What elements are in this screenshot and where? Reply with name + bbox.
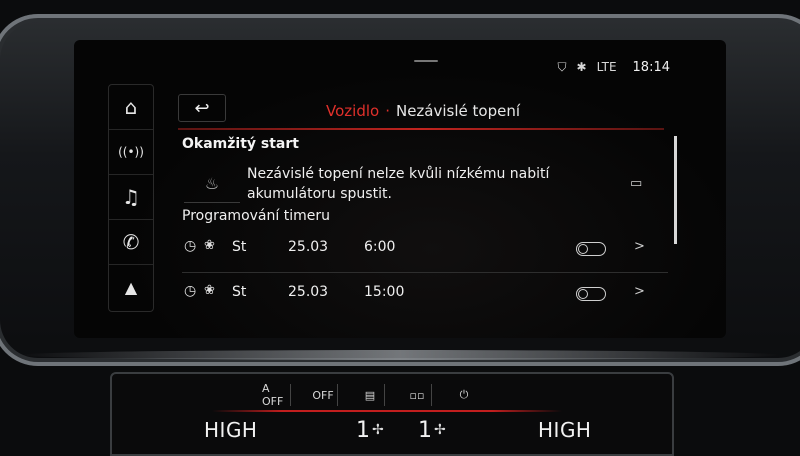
breadcrumb-parent[interactable]: Vozidlo xyxy=(326,102,379,120)
nav-media[interactable]: ♫ xyxy=(109,175,153,220)
row-divider xyxy=(182,272,668,273)
home-icon: ⌂ xyxy=(124,95,138,119)
nav-radio[interactable]: ((•)) xyxy=(109,130,153,175)
heater-icon: ❀ xyxy=(204,238,215,253)
seat-button[interactable]: ▫▫ xyxy=(403,384,432,406)
timer-date: 25.03 xyxy=(288,239,329,255)
navigation-icon: ▲ xyxy=(124,277,138,297)
windshield-off-button[interactable]: OFF xyxy=(309,384,338,406)
timer-time: 6:00 xyxy=(364,239,396,255)
page-title: Nezávislé topení xyxy=(395,102,520,120)
clock-2-icon: ◷ xyxy=(184,283,197,299)
heater-icon: ❀ xyxy=(204,283,215,298)
battery-icon: ▭ xyxy=(630,176,643,191)
power-button[interactable]: ⏻ xyxy=(450,384,478,406)
left-fan-level[interactable]: 1 xyxy=(356,418,370,443)
right-fan-level[interactable]: 1 xyxy=(418,418,432,443)
nav-home[interactable]: ⌂ xyxy=(109,85,153,130)
nav-navigation[interactable]: ▲ xyxy=(109,265,153,309)
timer-day: St xyxy=(232,284,247,300)
toggle-knob xyxy=(578,289,588,299)
music-icon: ♫ xyxy=(122,185,140,209)
breadcrumb: Vozidlo · Nezávislé topení xyxy=(326,102,520,120)
back-arrow-icon: ↩ xyxy=(194,97,210,119)
timer-date: 25.03 xyxy=(288,284,329,300)
instant-start-message: Nezávislé topení nelze kvůli nízkému nab… xyxy=(247,166,550,202)
nav-phone[interactable]: ✆ xyxy=(109,220,153,265)
bezel-reflection xyxy=(20,350,780,360)
chevron-right-icon[interactable]: > xyxy=(634,239,645,254)
radio-icon: ((•)) xyxy=(118,145,144,159)
scrollbar[interactable] xyxy=(674,136,677,244)
status-bar: ⛉ ✱ LTE 18:14 xyxy=(558,58,671,76)
lte-icon: LTE xyxy=(596,60,617,74)
climate-buttons: A OFF OFF ▤ ▫▫ ⏻ xyxy=(262,382,478,408)
side-nav: ⌂ ((•)) ♫ ✆ ▲ xyxy=(108,84,154,312)
infotainment-screen: ⛉ ✱ LTE 18:14 ⌂ ((•)) ♫ ✆ ▲ ↩ Vozidlo · Ne… xyxy=(74,40,726,338)
fan-icon: ✢ xyxy=(434,422,446,438)
toggle-knob xyxy=(578,244,588,254)
right-temp-level[interactable]: HIGH xyxy=(538,418,591,442)
timer-row-1[interactable]: ◷ ❀ St 25.03 6:00 > xyxy=(182,230,668,266)
instant-start-heading: Okamžitý start xyxy=(182,136,299,152)
back-button[interactable]: ↩ xyxy=(178,94,226,122)
pulldown-handle[interactable] xyxy=(414,60,438,62)
timer-day: St xyxy=(232,239,247,255)
bluetooth-icon: ✱ xyxy=(576,60,587,74)
chevron-right-icon[interactable]: > xyxy=(634,284,645,299)
phone-icon: ✆ xyxy=(122,230,140,254)
seat-heating-icon: ♨ xyxy=(184,164,240,203)
timer-toggle[interactable] xyxy=(576,287,606,301)
clock: 18:14 xyxy=(632,59,670,75)
auto-off-button[interactable]: A OFF xyxy=(262,382,291,408)
clock-1-icon: ◷ xyxy=(184,238,197,254)
left-temp-level[interactable]: HIGH xyxy=(204,418,257,442)
header-divider xyxy=(178,128,664,130)
timer-toggle[interactable] xyxy=(576,242,606,256)
breadcrumb-separator: · xyxy=(385,102,390,120)
climate-panel: A OFF OFF ▤ ▫▫ ⏻ HIGH 1 ✢ 1 ✢ HIGH xyxy=(110,372,674,456)
timer-heading: Programování timeru xyxy=(182,208,330,224)
fan-icon: ✢ xyxy=(372,422,384,438)
timer-row-2[interactable]: ◷ ❀ St 25.03 15:00 > xyxy=(182,275,668,311)
rear-defrost-button[interactable]: ▤ xyxy=(356,384,385,406)
timer-time: 15:00 xyxy=(364,284,405,300)
location-icon: ⛉ xyxy=(557,59,567,74)
climate-accent-line xyxy=(212,410,562,412)
